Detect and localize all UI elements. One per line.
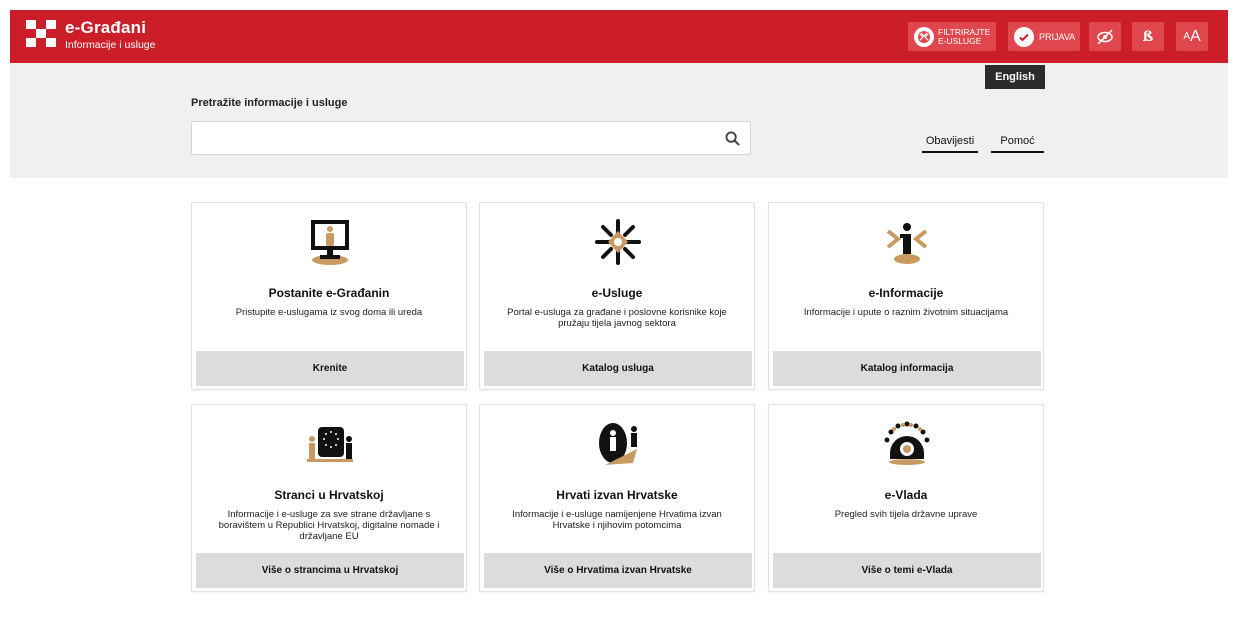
font-size-button[interactable]: AA bbox=[1176, 22, 1208, 51]
filter-eservices-button[interactable]: FILTRIRAJTE E-USLUGE bbox=[908, 22, 996, 51]
card-button-foreigners[interactable]: Više o strancima u Hrvatskoj bbox=[196, 553, 464, 588]
card-description: Informacije i e-usluge za sve strane drž… bbox=[218, 509, 440, 542]
help-link[interactable]: Pomoć bbox=[991, 135, 1044, 153]
card-title: e-Vlada bbox=[884, 488, 928, 502]
font-size-large-icon: A bbox=[1190, 27, 1201, 45]
card-button-services-catalog[interactable]: Katalog usluga bbox=[484, 351, 752, 386]
language-english-button[interactable]: English bbox=[985, 65, 1045, 89]
card-title: Hrvati izvan Hrvatske bbox=[556, 488, 678, 502]
login-button[interactable]: PRIJAVA bbox=[1008, 22, 1080, 51]
dyslexia-font-button[interactable]: ß bbox=[1132, 22, 1164, 51]
card-title: e-Usluge bbox=[591, 286, 643, 300]
top-header: e-Građani Informacije i usluge FILTRIRAJ… bbox=[10, 10, 1228, 63]
card-button-croats-abroad[interactable]: Više o Hrvatima izvan Hrvatske bbox=[484, 553, 752, 588]
filter-icon bbox=[914, 26, 934, 47]
page: e-Građani Informacije i usluge FILTRIRAJ… bbox=[0, 0, 1244, 619]
filter-label-line2: E-USLUGE bbox=[938, 35, 982, 46]
hide-visibility-button[interactable] bbox=[1089, 22, 1121, 51]
eye-slash-icon bbox=[1097, 28, 1113, 45]
card-description: Pregled svih tijela državne uprave bbox=[834, 509, 978, 520]
info-icon bbox=[886, 223, 928, 264]
services-star-icon bbox=[595, 219, 641, 265]
dyslexia-font-icon: ß bbox=[1142, 28, 1154, 45]
card-button-info-catalog[interactable]: Katalog informacija bbox=[773, 351, 1041, 386]
card-description: Informacije i e-usluge namijenjene Hrvat… bbox=[512, 509, 722, 531]
government-circle-icon bbox=[884, 421, 930, 465]
brand-subtitle: Informacije i usluge bbox=[65, 39, 156, 51]
card-description: Pristupite e-uslugama iz svog doma ili u… bbox=[235, 307, 423, 318]
checkerboard-logo-icon[interactable] bbox=[26, 20, 56, 48]
brand-title[interactable]: e-Građani bbox=[65, 18, 146, 38]
search-input[interactable] bbox=[192, 122, 712, 154]
checkmark-icon bbox=[1014, 26, 1034, 47]
card-description: Portal e-usluga za građane i poslovne ko… bbox=[507, 307, 727, 329]
card-become-ecitizen: Postanite e-Građanin Pristupite e-usluga… bbox=[191, 202, 467, 390]
card-title: Stranci u Hrvatskoj bbox=[274, 488, 384, 502]
card-foreigners: Stranci u Hrvatskoj Informacije i e-uslu… bbox=[191, 404, 467, 592]
people-abroad-icon bbox=[599, 423, 637, 465]
card-title: e-Informacije bbox=[868, 286, 944, 300]
login-label: PRIJAVA bbox=[1039, 31, 1076, 42]
card-croats-abroad: Hrvati izvan Hrvatske Informacije i e-us… bbox=[479, 404, 755, 592]
card-egovernment: e-Vlada Pregled svih tijela državne upra… bbox=[768, 404, 1044, 592]
card-eservices: e-Usluge Portal e-usluga za građane i po… bbox=[479, 202, 755, 390]
card-description: Informacije i upute o raznim životnim si… bbox=[803, 307, 1009, 318]
card-title: Postanite e-Građanin bbox=[268, 286, 390, 300]
search-icon[interactable] bbox=[725, 131, 740, 146]
card-button-start[interactable]: Krenite bbox=[196, 351, 464, 386]
card-button-egovernment[interactable]: Više o temi e-Vlada bbox=[773, 553, 1041, 588]
computer-person-icon bbox=[311, 220, 349, 265]
search-box[interactable] bbox=[191, 121, 751, 155]
notices-link[interactable]: Obavijesti bbox=[922, 135, 978, 153]
search-label: Pretražite informacije i usluge bbox=[191, 97, 348, 109]
font-size-small-icon: A bbox=[1183, 31, 1190, 42]
card-einformation: e-Informacije Informacije i upute o razn… bbox=[768, 202, 1044, 390]
eu-flag-people-icon bbox=[307, 427, 353, 462]
